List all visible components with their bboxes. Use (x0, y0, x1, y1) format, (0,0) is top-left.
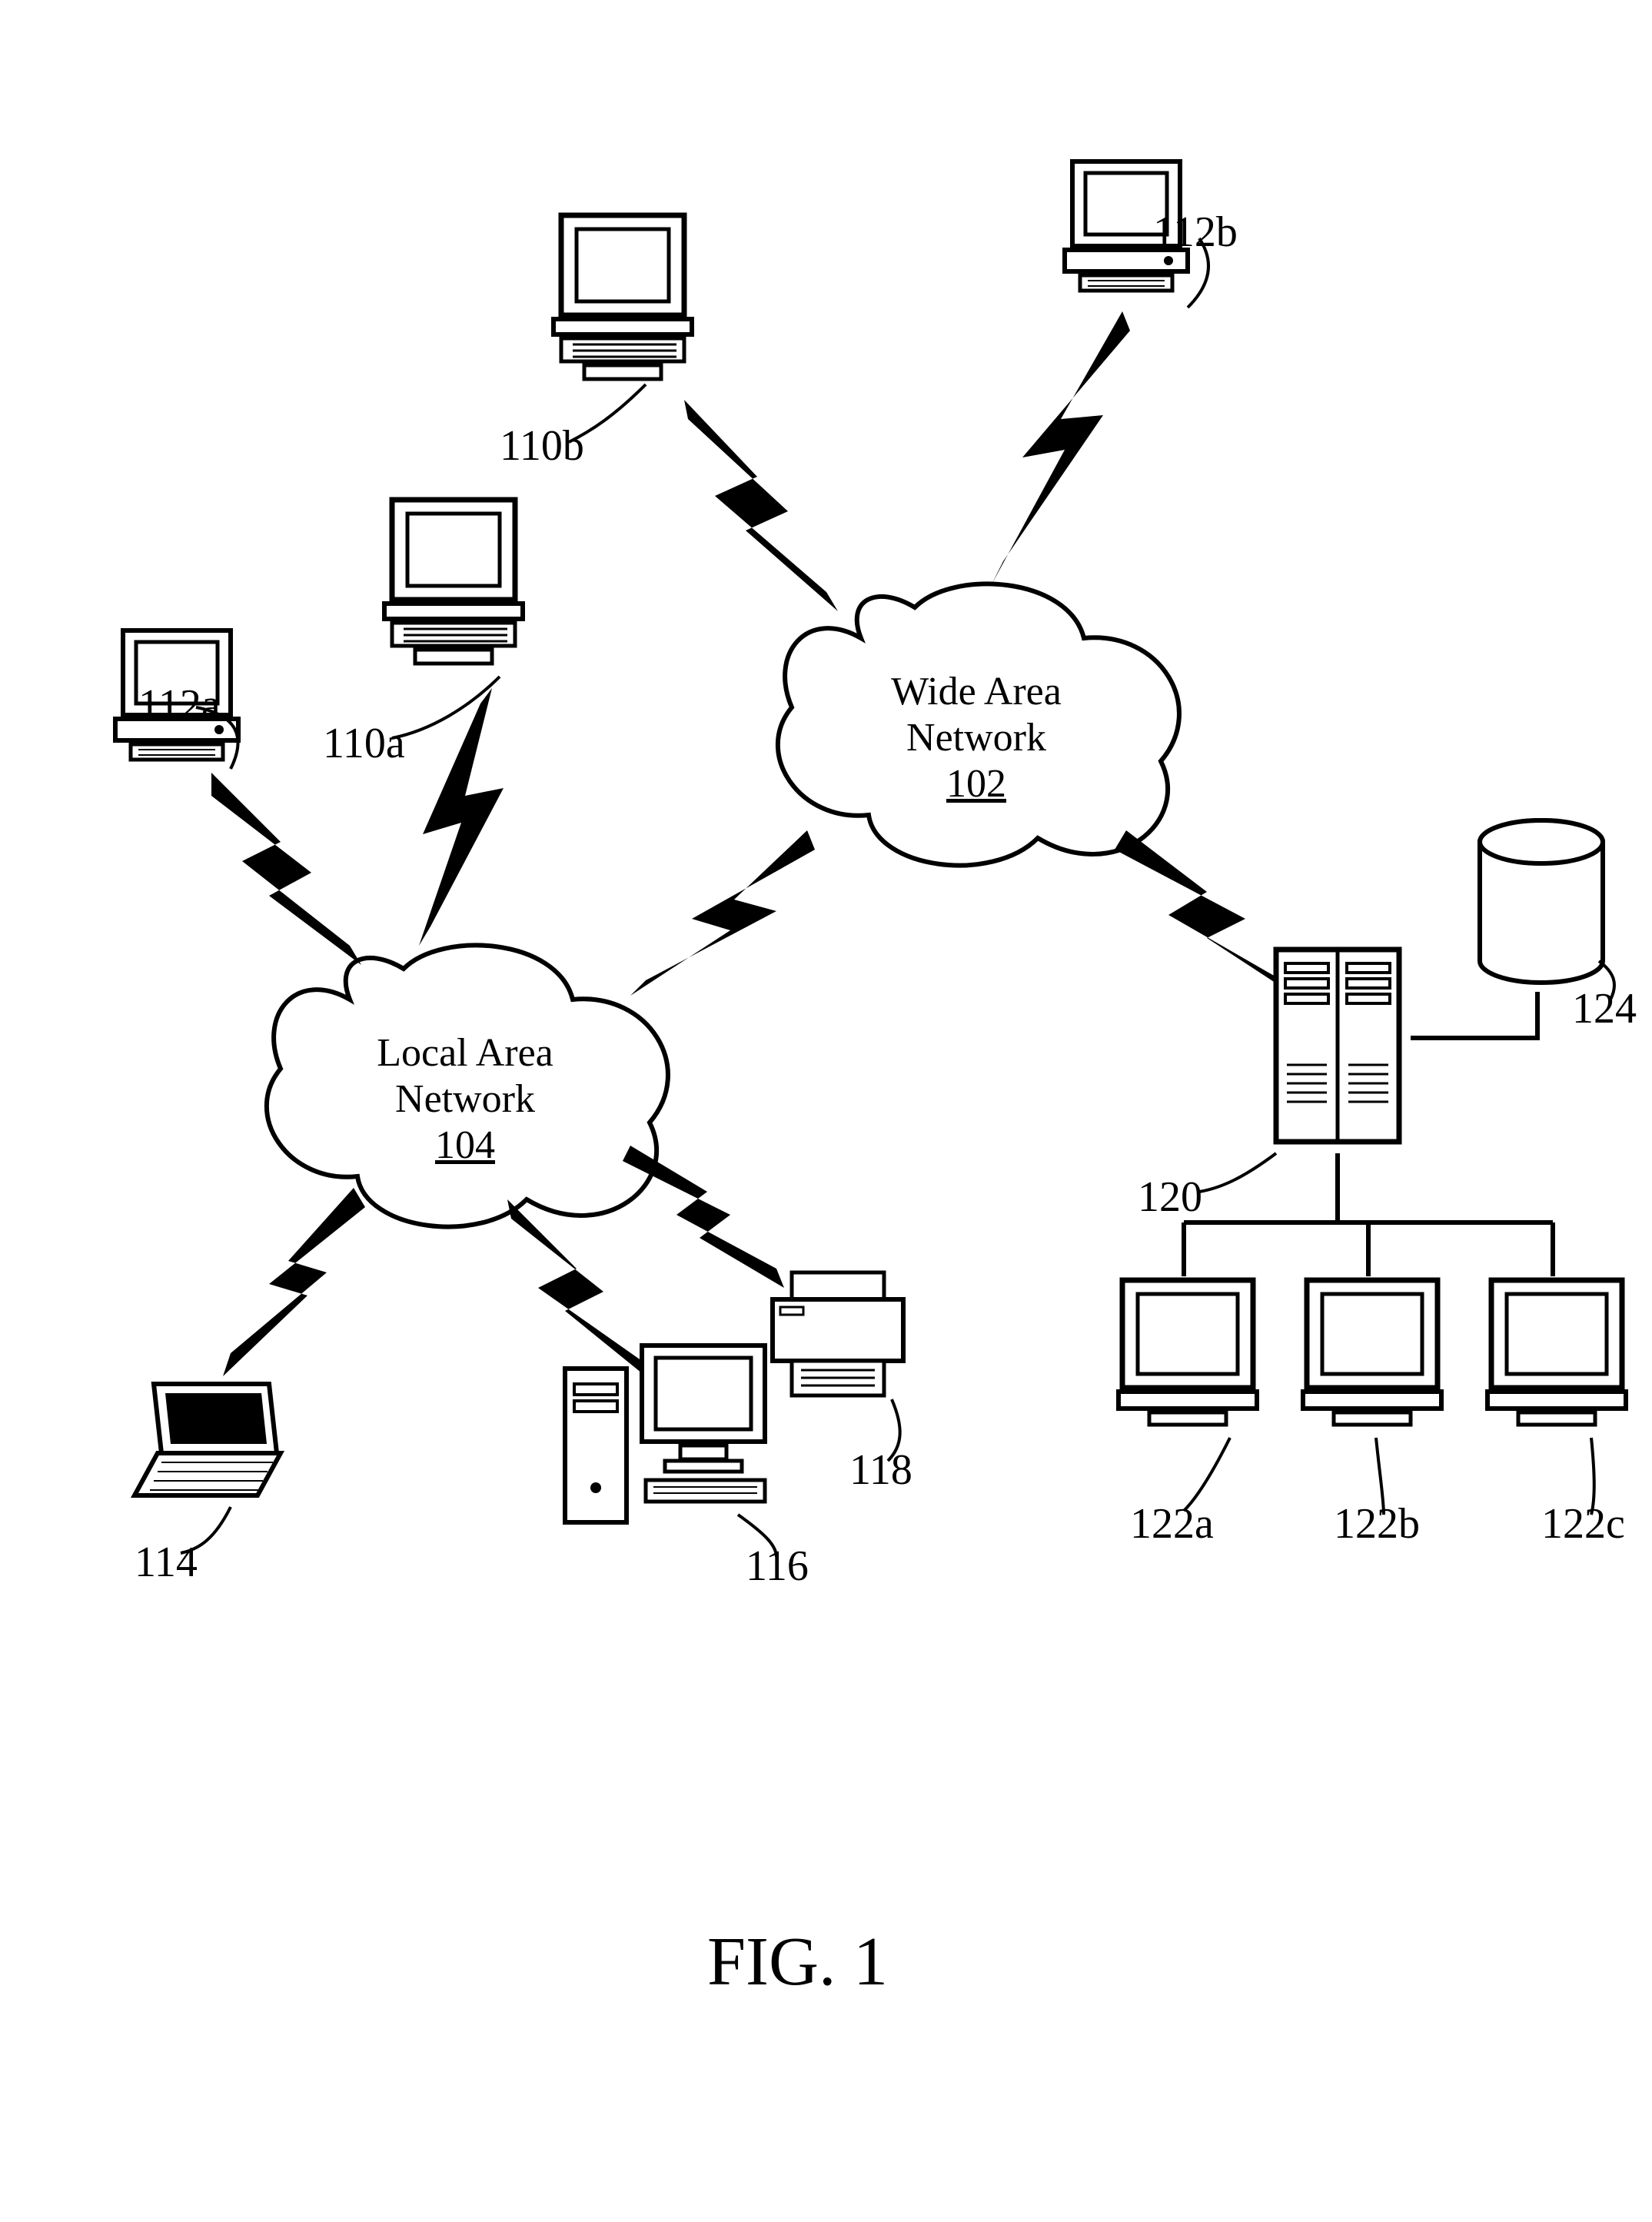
label-112a: 112a (138, 680, 221, 730)
label-122b: 122b (1334, 1499, 1420, 1548)
label-124: 124 (1572, 984, 1637, 1033)
label-116: 116 (746, 1542, 809, 1591)
label-110a: 110a (323, 719, 405, 768)
label-122a: 122a (1130, 1499, 1214, 1548)
label-122c: 122c (1541, 1499, 1625, 1548)
label-112b: 112b (1153, 208, 1238, 257)
label-114: 114 (135, 1538, 198, 1587)
label-118: 118 (849, 1445, 912, 1495)
figure-caption: FIG. 1 (707, 1922, 888, 2001)
label-120: 120 (1138, 1173, 1202, 1222)
label-110b: 110b (500, 421, 584, 471)
